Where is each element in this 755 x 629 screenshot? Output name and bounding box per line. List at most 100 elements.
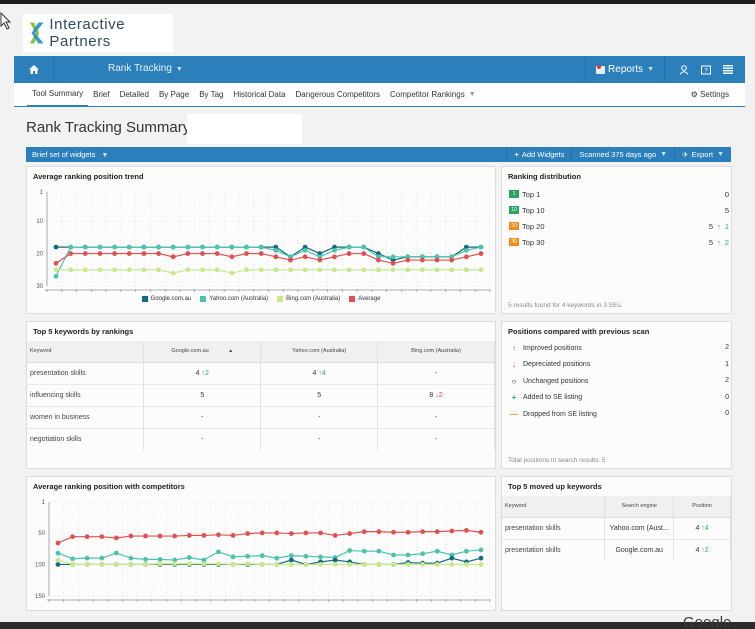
distribution-row[interactable]: 10 Top 10 5 <box>509 204 729 216</box>
data-point <box>273 254 279 260</box>
tab-historical-data[interactable]: Historical Data <box>229 83 291 107</box>
tab-dangerous-competitors[interactable]: Dangerous Competitors <box>291 83 385 107</box>
data-point <box>405 257 411 263</box>
tab-brief[interactable]: Brief <box>88 83 114 107</box>
data-point <box>185 267 191 273</box>
export-dropdown[interactable]: ✈ Export ▼ <box>674 147 731 162</box>
menu-button[interactable] <box>717 56 739 83</box>
widget-set-dropdown[interactable]: Brief set of widgets ▼ <box>32 150 108 159</box>
position-value: 5 <box>200 391 205 399</box>
data-point <box>288 267 293 273</box>
data-point <box>97 244 103 250</box>
legend-item-yahoo[interactable]: Yahoo.com (Australia) <box>200 296 268 302</box>
tab-competitor-rankings[interactable]: Competitor Rankings ▼ <box>385 83 481 107</box>
data-point <box>157 557 163 562</box>
keyword-cell[interactable]: presentation skills <box>27 361 145 384</box>
reports-dropdown[interactable]: Reports ▼ <box>585 56 665 83</box>
table-row[interactable]: presentation skills 4 ↑2 4 ↑4 - <box>27 361 495 384</box>
distribution-row[interactable]: 30 Top 30 5 ↑ 2 <box>509 236 729 248</box>
help-button[interactable]: ? <box>695 56 717 83</box>
data-point <box>53 260 59 266</box>
data-point <box>361 267 367 273</box>
data-point <box>156 244 161 250</box>
table-row[interactable]: negotiation skills - - - <box>27 427 495 450</box>
data-point <box>303 530 309 536</box>
scan-dropdown[interactable]: Scanned 375 days ago ▼ <box>571 147 674 162</box>
data-point <box>259 562 265 567</box>
add-widgets-button[interactable]: + Add Widgets <box>506 147 571 162</box>
column-header-bing[interactable]: Bing.com (Australia) <box>377 341 495 363</box>
keyword-cell[interactable]: influencing skills <box>27 383 145 406</box>
data-point <box>274 530 280 536</box>
data-point <box>420 529 426 535</box>
data-point <box>82 267 88 273</box>
data-point <box>112 267 118 273</box>
keyword-cell[interactable]: presentation skills <box>502 538 606 561</box>
brand-logo[interactable]: Interactive Partners <box>23 14 173 52</box>
position-summary-row[interactable]: ↑ Improved positions 2 <box>509 342 729 354</box>
table-row[interactable]: women in business - - - <box>27 405 495 428</box>
distribution-row[interactable]: 20 Top 20 5 ↑ 1 <box>509 220 729 232</box>
position-summary-row[interactable]: ↓ Depreciated positions 1 <box>509 359 729 371</box>
column-header-search-engine[interactable]: Search engine <box>604 496 675 518</box>
data-point <box>405 552 411 558</box>
position-summary-row[interactable]: + Added to SE listing 0 <box>509 392 729 404</box>
data-point <box>346 267 352 273</box>
legend-item-google[interactable]: Google.com.au <box>141 296 191 302</box>
table-row[interactable]: presentation skills Google.com.au 4 ↑2 <box>502 538 731 561</box>
data-point <box>126 267 132 273</box>
moved-up-title: Top 5 moved up keywords <box>508 482 602 491</box>
data-point <box>68 251 74 256</box>
data-point <box>259 530 265 536</box>
table-row[interactable]: influencing skills 5 5 8 ↓2 <box>27 383 495 406</box>
distribution-label: Top 1 <box>522 189 541 199</box>
data-point <box>464 548 469 554</box>
data-point <box>420 551 426 557</box>
keyword-cell[interactable]: women in business <box>27 405 145 428</box>
home-button[interactable] <box>14 56 54 83</box>
tab-by-tag[interactable]: By Tag <box>194 83 228 107</box>
legend-swatch <box>349 296 356 302</box>
data-point <box>259 553 265 559</box>
plus-icon: + <box>511 393 517 402</box>
keyword-cell[interactable]: presentation skills <box>502 516 606 539</box>
y-tick-label: 30 <box>36 284 43 290</box>
data-point <box>143 557 148 562</box>
tab-tool-summary[interactable]: Tool Summary <box>27 83 89 107</box>
data-point <box>405 562 411 567</box>
column-header-position[interactable]: Position <box>673 496 731 518</box>
legend-swatch <box>200 296 207 302</box>
position-value: - <box>318 413 321 421</box>
column-header-google[interactable]: Google.com.au ▲ <box>143 341 262 363</box>
table-row[interactable]: presentation skills Yahoo.com (Aust... 4 ↑… <box>502 516 731 539</box>
user-account-button[interactable] <box>673 56 695 83</box>
distribution-row[interactable]: 1 Top 1 0 <box>509 188 729 200</box>
data-point <box>449 562 455 567</box>
column-header-yahoo[interactable]: Yahoo.com (Australia) <box>260 341 379 363</box>
data-point <box>288 257 293 263</box>
position-summary-row[interactable]: ○ Unchanged positions 2 <box>509 375 729 387</box>
data-point <box>332 267 337 273</box>
data-point <box>143 533 148 539</box>
module-dropdown[interactable]: Rank Tracking ▼ <box>108 63 183 74</box>
legend-item-average[interactable]: Average <box>349 296 380 302</box>
data-point <box>156 251 161 256</box>
column-header-keyword[interactable]: Keyword <box>27 341 145 363</box>
position-value: - <box>434 435 438 443</box>
tab-detailed[interactable]: Detailed <box>115 83 154 107</box>
data-point <box>449 257 455 263</box>
settings-button[interactable]: ⚙ Settings <box>691 90 729 99</box>
y-tick-label: 1 <box>42 500 46 506</box>
data-point <box>170 244 176 250</box>
title-highlight-area <box>187 114 302 144</box>
column-header-keyword[interactable]: Keyword <box>502 496 606 518</box>
position-change: 2 <box>205 369 209 377</box>
legend-item-bing[interactable]: Bing.com (Australia) <box>277 296 340 302</box>
reports-label: Reports <box>608 64 644 75</box>
positions-compared-title: Positions compared with previous scan <box>508 327 650 336</box>
position-summary-row[interactable]: — Dropped from SE listing 0 <box>509 408 729 420</box>
moved-up-panel: Top 5 moved up keywords Keyword Search e… <box>501 476 732 611</box>
tab-by-page[interactable]: By Page <box>154 83 194 107</box>
moved-up-table: Keyword Search engine Position presentat… <box>502 496 731 561</box>
keyword-cell[interactable]: negotiation skills <box>27 427 145 450</box>
